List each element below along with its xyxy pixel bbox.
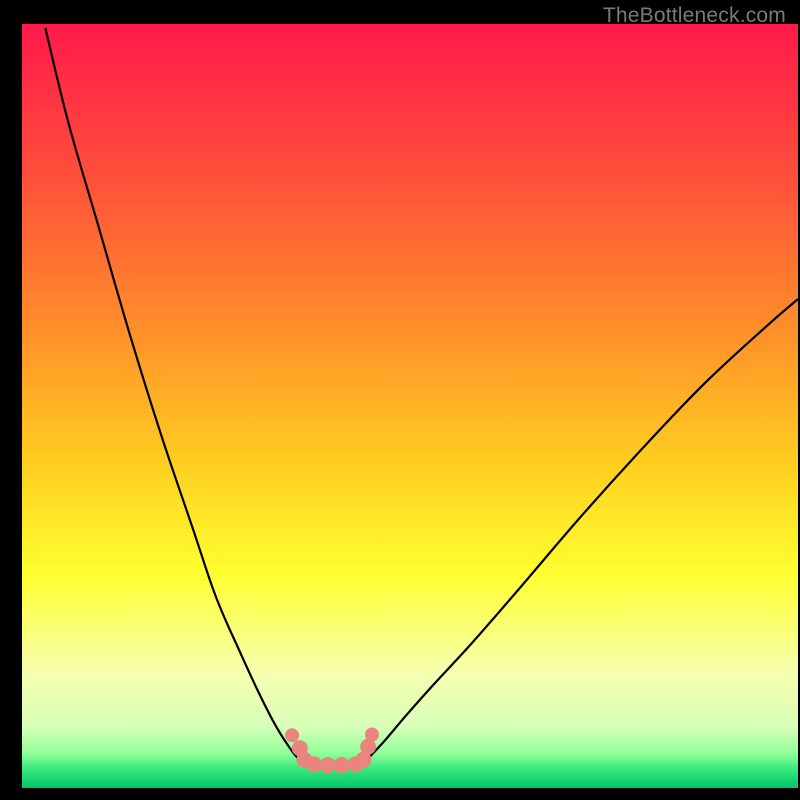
trough-marker xyxy=(320,757,336,773)
trough-marker xyxy=(306,756,322,772)
trough-marker xyxy=(334,757,350,773)
chart-container: { "watermark": "TheBottleneck.com", "cha… xyxy=(0,0,800,800)
trough-marker xyxy=(365,728,379,742)
trough-marker xyxy=(285,728,299,742)
bottleneck-chart xyxy=(0,0,800,800)
